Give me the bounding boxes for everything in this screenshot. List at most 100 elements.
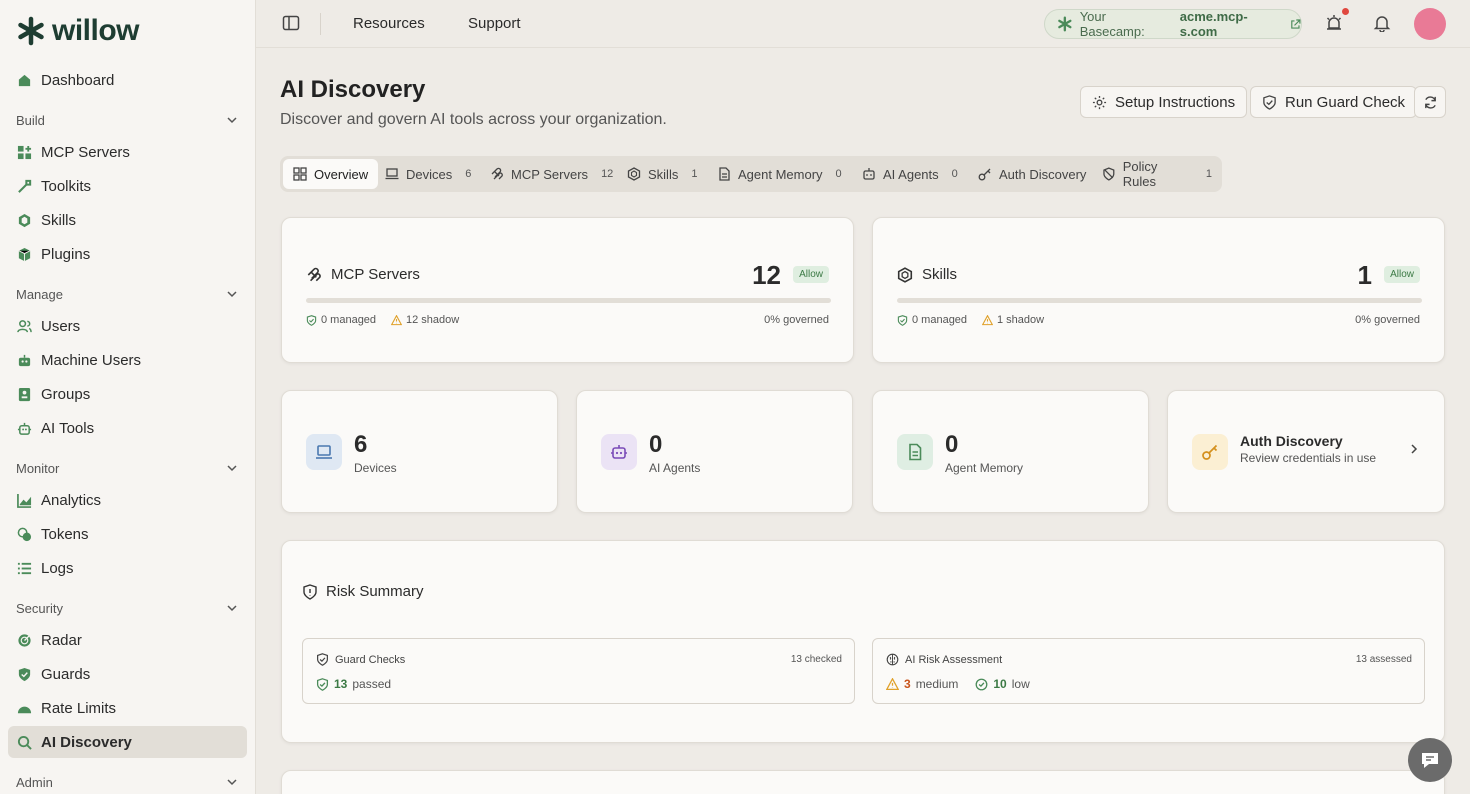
sidebar-item-label: Dashboard <box>41 71 115 89</box>
id-card-icon <box>18 387 31 401</box>
chevron-down-icon <box>227 117 237 124</box>
guard-checks-panel[interactable]: Guard Checks 13 checked 13 passed <box>302 638 855 704</box>
notification-dot <box>1342 8 1349 15</box>
tab-policy-rules[interactable]: Policy Rules 1 <box>1092 159 1222 189</box>
section-manage[interactable]: Manage <box>16 284 238 304</box>
discovery-tabs: Overview Devices 6 MCP Servers 12 Skills… <box>280 156 1222 192</box>
alarm-icon[interactable] <box>1325 14 1343 32</box>
allow-badge: Allow <box>793 266 829 283</box>
sidebar-item-label: Rate Limits <box>41 699 117 717</box>
tab-overview[interactable]: Overview <box>283 159 379 189</box>
risk-assessment-title: AI Risk Assessment <box>886 653 1002 666</box>
tab-ai-agents[interactable]: AI Agents 0 <box>852 159 968 189</box>
refresh-button[interactable] <box>1414 86 1446 118</box>
mcp-icon <box>491 167 503 180</box>
agent-memory-stat-card[interactable]: 0 Agent Memory <box>872 390 1149 513</box>
setup-instructions-button[interactable]: Setup Instructions <box>1080 86 1248 118</box>
mcp-icon <box>307 267 321 281</box>
sidebar-item-tokens[interactable]: Tokens <box>8 518 247 550</box>
skills-card[interactable]: Skills 1 Allow 0 managed 1 shadow 0% gov… <box>872 217 1445 363</box>
tab-mcp-servers[interactable]: MCP Servers 12 <box>480 159 623 189</box>
sidebar-item-mcp-servers[interactable]: MCP Servers <box>8 136 247 168</box>
sidebar-item-analytics[interactable]: Analytics <box>8 484 247 516</box>
skills-count: 1 <box>1357 260 1372 290</box>
sidebar-item-ai-discovery[interactable]: AI Discovery <box>8 726 247 758</box>
sidebar-item-dashboard[interactable]: Dashboard <box>8 64 247 96</box>
chevron-down-icon <box>227 291 237 298</box>
brand-logo[interactable]: willow <box>16 14 140 48</box>
sidebar-item-logs[interactable]: Logs <box>8 552 247 584</box>
sidebar-item-radar[interactable]: Radar <box>8 624 247 656</box>
card-title: MCP Servers <box>306 266 420 283</box>
tab-label: Devices <box>406 166 453 182</box>
tab-label: Skills <box>648 166 679 182</box>
run-guard-check-button[interactable]: Run Guard Check <box>1250 86 1418 118</box>
shield-check-icon <box>306 314 317 326</box>
sidebar-toggle-icon[interactable] <box>282 14 300 32</box>
shadow-text: 12 shadow <box>406 314 460 326</box>
auth-discovery-card[interactable]: Auth Discovery Review credentials in use <box>1167 390 1445 513</box>
section-admin[interactable]: Admin <box>16 772 238 792</box>
robot-icon <box>18 354 31 366</box>
document-icon <box>719 167 730 181</box>
mcp-servers-card[interactable]: MCP Servers 12 Allow 0 managed 12 shadow… <box>281 217 854 363</box>
chat-support-button[interactable] <box>1408 738 1452 782</box>
section-label: Admin <box>16 774 53 790</box>
tab-auth-discovery[interactable]: Auth Discovery <box>968 159 1096 189</box>
section-build[interactable]: Build <box>16 110 238 130</box>
section-monitor[interactable]: Monitor <box>16 458 238 478</box>
sidebar-item-label: Skills <box>41 211 77 229</box>
tab-count: 1 <box>691 168 698 180</box>
sidebar-item-label: Guards <box>41 665 91 683</box>
tab-devices[interactable]: Devices 6 <box>375 159 481 189</box>
sidebar-item-guards[interactable]: Guards <box>8 658 247 690</box>
sidebar-item-ai-tools[interactable]: AI Tools <box>8 412 247 444</box>
devices-stat-card[interactable]: 6 Devices <box>281 390 558 513</box>
avatar[interactable] <box>1414 8 1446 40</box>
tab-label: Policy Rules <box>1122 159 1158 189</box>
section-security[interactable]: Security <box>16 598 238 618</box>
low-label: low <box>1011 677 1030 691</box>
tab-agent-memory[interactable]: Agent Memory 0 <box>707 159 852 189</box>
sidebar-item-label: Radar <box>41 631 82 649</box>
devices-icon-wrap <box>306 434 342 470</box>
passed-label: passed <box>352 677 392 691</box>
tab-skills[interactable]: Skills 1 <box>617 159 707 189</box>
sidebar-item-groups[interactable]: Groups <box>8 378 247 410</box>
sidebar-item-label: Tokens <box>41 525 89 543</box>
basecamp-url[interactable]: acme.mcp-s.com <box>1180 9 1283 39</box>
ai-risk-assessment-panel[interactable]: AI Risk Assessment 13 assessed 3 medium … <box>872 638 1425 704</box>
allow-badge: Allow <box>1384 266 1420 283</box>
shadow-stat: 1 shadow <box>982 314 1044 326</box>
sidebar-item-rate-limits[interactable]: Rate Limits <box>8 692 247 724</box>
tab-count: 6 <box>465 168 472 180</box>
hexagon-icon <box>897 266 913 283</box>
wrench-icon <box>18 179 32 193</box>
managed-text: 0 managed <box>912 314 968 326</box>
bell-icon[interactable] <box>1373 14 1391 32</box>
shield-alert-icon <box>303 583 317 600</box>
assessed-count: 13 assessed <box>1355 654 1412 665</box>
auth-subtitle: Review credentials in use <box>1240 451 1377 465</box>
check-circle-icon <box>975 678 988 690</box>
sidebar-item-machine-users[interactable]: Machine Users <box>8 344 247 376</box>
button-label: Setup Instructions <box>1115 93 1236 111</box>
basecamp-pill[interactable]: Your Basecamp: acme.mcp-s.com <box>1044 9 1302 39</box>
tab-count: 12 <box>601 168 614 180</box>
sidebar-item-label: Groups <box>41 385 91 403</box>
sidebar-item-users[interactable]: Users <box>8 310 247 342</box>
sidebar-item-plugins[interactable]: Plugins <box>8 238 247 270</box>
sidebar-item-skills[interactable]: Skills <box>8 204 247 236</box>
document-icon <box>909 443 922 461</box>
assessment-title-text: AI Risk Assessment <box>905 653 1003 666</box>
support-link[interactable]: Support <box>468 15 521 32</box>
tab-count: 1 <box>1205 168 1212 180</box>
ai-agents-stat-card[interactable]: 0 AI Agents <box>576 390 853 513</box>
sidebar-item-toolkits[interactable]: Toolkits <box>8 170 247 202</box>
medium-stat: 3 medium 10 low <box>886 677 1030 691</box>
card-title: Skills <box>897 266 957 283</box>
tab-label: AI Agents <box>883 166 939 182</box>
top-bar: Resources Support Your Basecamp: acme.mc… <box>256 0 1470 48</box>
resources-link[interactable]: Resources <box>353 15 425 32</box>
governed-progress-bar <box>897 298 1422 303</box>
